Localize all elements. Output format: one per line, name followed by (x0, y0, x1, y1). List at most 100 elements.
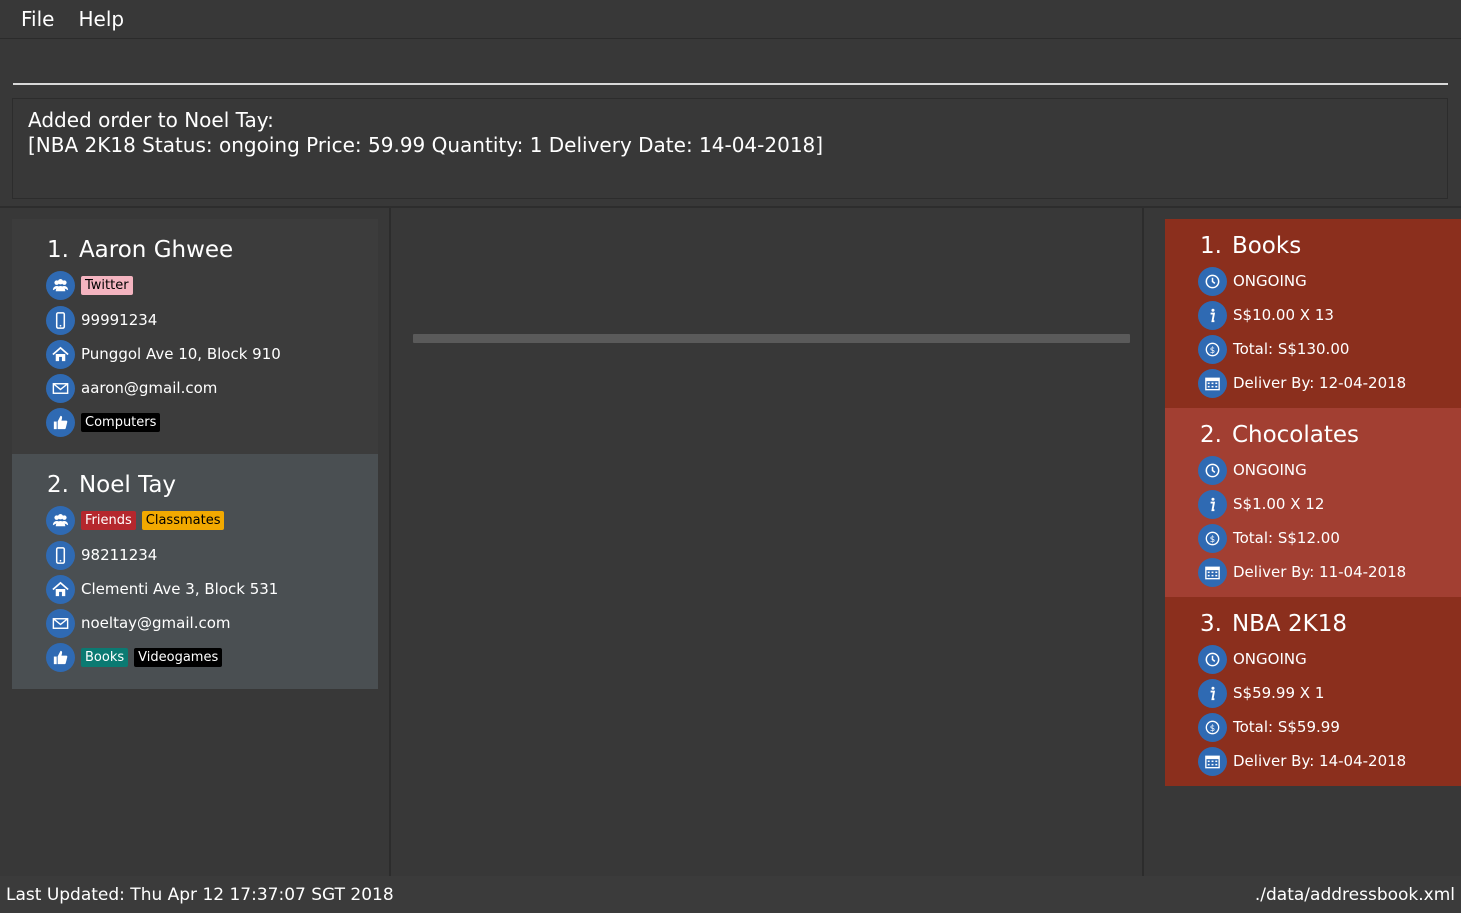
order-status-row: ONGOING (1198, 266, 1307, 296)
person-email: noeltay@gmail.com (81, 614, 231, 632)
last-updated-status: Last Updated: Thu Apr 12 17:37:07 SGT 20… (6, 884, 394, 905)
menu-file[interactable]: File (9, 7, 66, 31)
order-delivery-date: Deliver By: 11-04-2018 (1233, 563, 1407, 581)
person-name: Aaron Ghwee (78, 237, 234, 263)
person-name: Noel Tay (78, 472, 177, 498)
panel-divider (389, 208, 391, 876)
order-total-row: $ Total: S$130.00 (1198, 334, 1349, 364)
order-status: ONGOING (1233, 272, 1307, 290)
info-icon (1198, 489, 1227, 519)
person-address-row: Punggol Ave 10, Block 910 (46, 339, 281, 369)
order-delivery-date: Deliver By: 14-04-2018 (1233, 752, 1407, 770)
order-card[interactable]: 3. NBA 2K18 ONGOING S$59.99 X 1 $ Total: … (1165, 597, 1461, 786)
menu-help[interactable]: Help (66, 7, 136, 31)
group-icon (46, 505, 75, 535)
order-name: NBA 2K18 (1231, 611, 1347, 637)
command-input[interactable] (13, 47, 1448, 85)
result-display: Added order to Noel Tay: [NBA 2K18 Statu… (12, 98, 1448, 199)
order-card-title: 3. NBA 2K18 (1200, 611, 1347, 637)
dollar-icon: $ (1198, 334, 1227, 364)
person-phone: 98211234 (81, 546, 158, 564)
order-delivery-row: Deliver By: 14-04-2018 (1198, 746, 1406, 776)
person-card-title: 2. Noel Tay (47, 472, 176, 498)
preference-tag-computers: Computers (81, 412, 161, 432)
order-index: 2. (1200, 422, 1222, 448)
order-price-quantity: S$10.00 X 13 (1233, 306, 1334, 324)
person-groups-row: Friends Classmates (46, 505, 225, 535)
order-total: Total: S$12.00 (1233, 529, 1340, 547)
person-address: Punggol Ave 10, Block 910 (81, 345, 281, 363)
svg-text:$: $ (1210, 345, 1215, 355)
order-total: Total: S$59.99 (1233, 718, 1340, 736)
clock-icon (1198, 455, 1227, 485)
result-line-2: [NBA 2K18 Status: ongoing Price: 59.99 Q… (28, 133, 824, 157)
person-phone: 99991234 (81, 311, 158, 329)
person-phone-row: 98211234 (46, 540, 157, 570)
order-card-title: 1. Books (1200, 233, 1301, 259)
info-icon (1198, 300, 1227, 330)
order-index: 3. (1200, 611, 1222, 637)
command-box (0, 39, 1461, 89)
mail-icon (46, 608, 75, 638)
home-icon (46, 574, 75, 604)
phone-icon (46, 305, 75, 335)
preference-tag-videogames: Videogames (134, 647, 223, 667)
clock-icon (1198, 266, 1227, 296)
person-address-row: Clementi Ave 3, Block 531 (46, 574, 278, 604)
order-price-row: S$1.00 X 12 (1198, 489, 1324, 519)
result-line-1: Added order to Noel Tay: (28, 108, 274, 132)
person-preferences-row: Books Videogames (46, 642, 223, 672)
order-name: Books (1231, 233, 1302, 259)
status-bar: Last Updated: Thu Apr 12 17:37:07 SGT 20… (0, 876, 1461, 913)
order-price-quantity: S$59.99 X 1 (1233, 684, 1325, 702)
person-groups-row: Twitter (46, 270, 133, 300)
dollar-icon: $ (1198, 712, 1227, 742)
browser-panel (392, 208, 1142, 876)
order-list-panel: 1. Books ONGOING S$10.00 X 13 $ Total: S$… (1144, 208, 1461, 876)
order-price-row: S$10.00 X 13 (1198, 300, 1334, 330)
loading-progress-bar (413, 334, 1130, 343)
order-card-title: 2. Chocolates (1200, 422, 1359, 448)
thumbs-up-icon (46, 407, 75, 437)
order-delivery-row: Deliver By: 12-04-2018 (1198, 368, 1406, 398)
dollar-icon: $ (1198, 523, 1227, 553)
person-card-selected[interactable]: 2. Noel Tay Friends Classmates 98211234 C… (12, 454, 378, 689)
calendar-icon (1198, 557, 1227, 587)
order-card[interactable]: 1. Books ONGOING S$10.00 X 13 $ Total: S$… (1165, 219, 1461, 408)
order-price-quantity: S$1.00 X 12 (1233, 495, 1325, 513)
order-delivery-row: Deliver By: 11-04-2018 (1198, 557, 1406, 587)
order-price-row: S$59.99 X 1 (1198, 678, 1324, 708)
order-status: ONGOING (1233, 461, 1307, 479)
group-icon (46, 270, 75, 300)
order-card[interactable]: 2. Chocolates ONGOING S$1.00 X 12 $ Total… (1165, 408, 1461, 597)
person-email: aaron@gmail.com (81, 379, 218, 397)
group-tag-classmates: Classmates (141, 510, 225, 530)
preference-tag-books: Books (81, 647, 129, 667)
phone-icon (46, 540, 75, 570)
order-total-row: $ Total: S$59.99 (1198, 712, 1340, 742)
menu-bar: File Help (0, 0, 1461, 39)
order-total: Total: S$130.00 (1233, 340, 1350, 358)
group-tag-twitter: Twitter (81, 275, 133, 295)
person-index: 1. (47, 237, 69, 263)
group-tag-friends: Friends (81, 510, 136, 530)
order-status: ONGOING (1233, 650, 1307, 668)
mail-icon (46, 373, 75, 403)
save-location-status: ./data/addressbook.xml (1254, 884, 1455, 905)
order-status-row: ONGOING (1198, 455, 1307, 485)
person-email-row: noeltay@gmail.com (46, 608, 231, 638)
home-icon (46, 339, 75, 369)
person-phone-row: 99991234 (46, 305, 157, 335)
order-total-row: $ Total: S$12.00 (1198, 523, 1340, 553)
svg-text:$: $ (1210, 723, 1215, 733)
order-status-row: ONGOING (1198, 644, 1307, 674)
calendar-icon (1198, 746, 1227, 776)
order-delivery-date: Deliver By: 12-04-2018 (1233, 374, 1407, 392)
person-preferences-row: Computers (46, 407, 161, 437)
thumbs-up-icon (46, 642, 75, 672)
person-address: Clementi Ave 3, Block 531 (81, 580, 279, 598)
person-email-row: aaron@gmail.com (46, 373, 217, 403)
person-index: 2. (47, 472, 69, 498)
person-card-title: 1. Aaron Ghwee (47, 237, 233, 263)
person-card[interactable]: 1. Aaron Ghwee Twitter 99991234 Punggol A… (12, 219, 378, 454)
